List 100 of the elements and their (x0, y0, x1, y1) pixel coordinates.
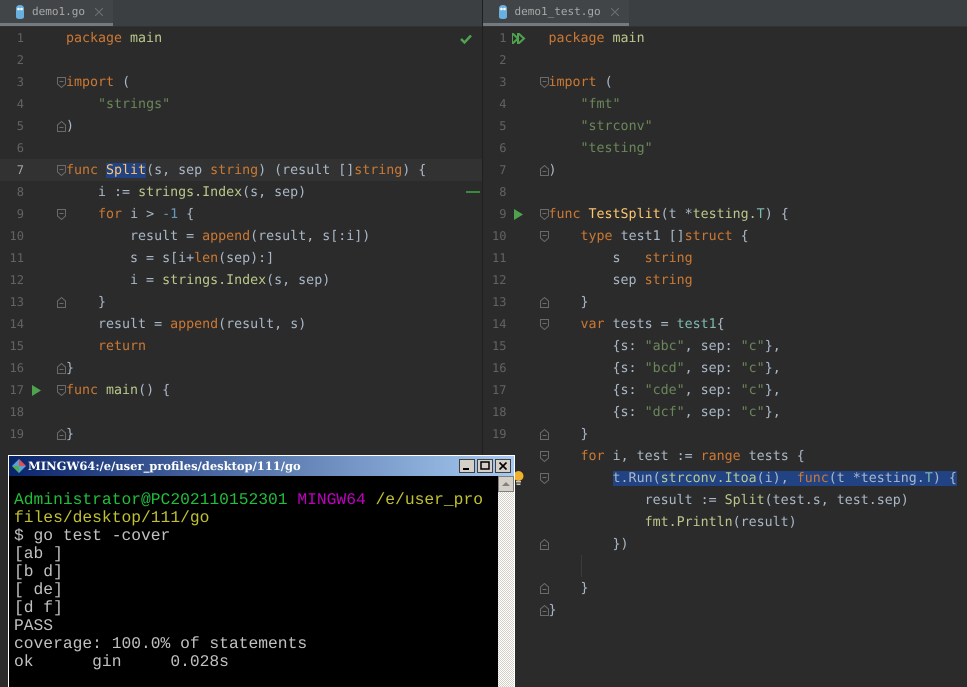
line-number: 11 (492, 251, 506, 265)
fold-icon[interactable] (540, 76, 548, 88)
fold-icon[interactable] (540, 230, 548, 242)
line-number: 1 (16, 31, 24, 45)
code-line: s = s[i+len(sep):] (129, 250, 274, 266)
code-line: "testing" (580, 140, 653, 156)
fold-icon[interactable] (540, 450, 548, 462)
scrollbar[interactable] (498, 476, 514, 687)
fold-icon[interactable] (540, 164, 548, 176)
line-number: 14 (492, 317, 506, 331)
code-line: result := Split(test.s, test.sep) (644, 492, 909, 508)
window-title: MINGW64:/e/user_profiles/desktop/111/go (28, 459, 302, 473)
line-number: 6 (16, 141, 24, 155)
line-number: 15 (10, 339, 24, 353)
line-number: 19 (492, 427, 506, 441)
line-number: 17 (10, 383, 24, 397)
code-line: ) (548, 162, 557, 178)
code-line: s string (612, 250, 693, 266)
fold-icon[interactable] (57, 362, 66, 374)
lightbulb-icon[interactable] (513, 470, 524, 486)
terminal-line: PASS (14, 617, 54, 635)
code-line: {s: "cde", sep: "c"}, (612, 382, 781, 398)
line-number: 4 (16, 97, 24, 111)
close-icon[interactable] (94, 8, 103, 16)
line-number: 12 (10, 273, 24, 287)
line-number: 17 (492, 383, 506, 397)
code-line: } (580, 294, 589, 310)
line-number: 13 (10, 295, 24, 309)
code-line: "strings" (97, 96, 170, 112)
code-line: result = append(result, s[:i]) (129, 228, 370, 244)
line-number: 18 (492, 405, 506, 419)
fold-icon[interactable] (57, 164, 66, 176)
fold-icon[interactable] (57, 208, 66, 220)
fold-icon[interactable] (540, 208, 548, 220)
code-line: } (580, 426, 589, 442)
terminal-line: Administrator@PC202110152301 MINGW64 /e/user_pro (14, 491, 483, 509)
fold-icon[interactable] (57, 296, 66, 308)
code-line: "strconv" (580, 118, 653, 134)
run-all-icon[interactable] (512, 32, 526, 44)
fold-icon[interactable] (57, 384, 66, 396)
editor-tab[interactable]: demo1_test.go (482, 0, 629, 26)
line-number: 6 (499, 141, 506, 155)
code-line: func main() { (66, 382, 170, 398)
file-icon (14, 4, 26, 18)
fold-icon[interactable] (540, 538, 548, 550)
line-number: 8 (499, 185, 506, 199)
terminal-line: ok gin 0.028s (14, 653, 229, 671)
code-line: type test1 []struct { (580, 228, 749, 244)
fold-icon[interactable] (540, 296, 548, 308)
line-number: 2 (499, 53, 506, 67)
code-line: import ( (548, 74, 613, 90)
run-icon[interactable] (514, 208, 523, 220)
close-button[interactable] (495, 459, 511, 473)
fold-icon[interactable] (540, 472, 548, 484)
code-line: import ( (66, 74, 130, 90)
line-number: 2 (16, 53, 24, 67)
line-number: 14 (10, 317, 24, 331)
line-number: 5 (16, 119, 24, 133)
file-icon (496, 4, 508, 18)
fold-icon[interactable] (540, 582, 548, 594)
minimize-button[interactable] (459, 459, 475, 473)
editor-tab[interactable]: demo1.go (0, 0, 113, 26)
fold-icon[interactable] (57, 120, 66, 132)
code-line: } (66, 426, 74, 442)
fold-icon[interactable] (540, 604, 548, 616)
line-number: 12 (492, 273, 506, 287)
code-line: t.Run(strconv.Itoa(i), func(t *testing.T) { (612, 470, 957, 486)
close-icon[interactable] (610, 8, 619, 16)
line-number: 3 (499, 75, 506, 89)
line-number: 3 (16, 75, 24, 89)
line-number: 9 (499, 207, 506, 221)
code-line: i = strings.Index(s, sep) (129, 272, 330, 288)
code-line: ) (66, 118, 74, 134)
code-line: for i, test := range tests { (580, 448, 805, 464)
code-line: sep string (612, 272, 693, 288)
code-line: "fmt" (580, 96, 621, 112)
code-line: } (548, 602, 557, 618)
code-line: var tests = test1{ (580, 316, 725, 332)
fold-icon[interactable] (57, 428, 66, 440)
line-number: 19 (10, 427, 24, 441)
code-line: {s: "bcd", sep: "c"}, (612, 360, 781, 376)
line-number: 9 (16, 207, 24, 221)
line-number: 18 (10, 405, 24, 419)
code-line: } (97, 294, 106, 310)
fold-icon[interactable] (57, 76, 66, 88)
line-number: 7 (16, 163, 24, 177)
terminal-line: files/desktop/111/go (14, 509, 210, 527)
terminal-line: $ go test -cover (14, 527, 170, 545)
fold-icon[interactable] (540, 318, 548, 330)
terminal-line: [b d] (14, 563, 63, 581)
code-line: for i > -1 { (97, 206, 194, 222)
line-number: 16 (10, 361, 24, 375)
code-line: i := strings.Index(s, sep) (97, 184, 306, 200)
line-number: 15 (492, 339, 506, 353)
maximize-button[interactable] (477, 459, 493, 473)
terminal-line: [ de] (14, 581, 63, 599)
fold-icon[interactable] (540, 428, 548, 440)
run-icon[interactable] (32, 384, 40, 396)
code-line: package main (548, 30, 645, 46)
app-icon (12, 459, 26, 473)
